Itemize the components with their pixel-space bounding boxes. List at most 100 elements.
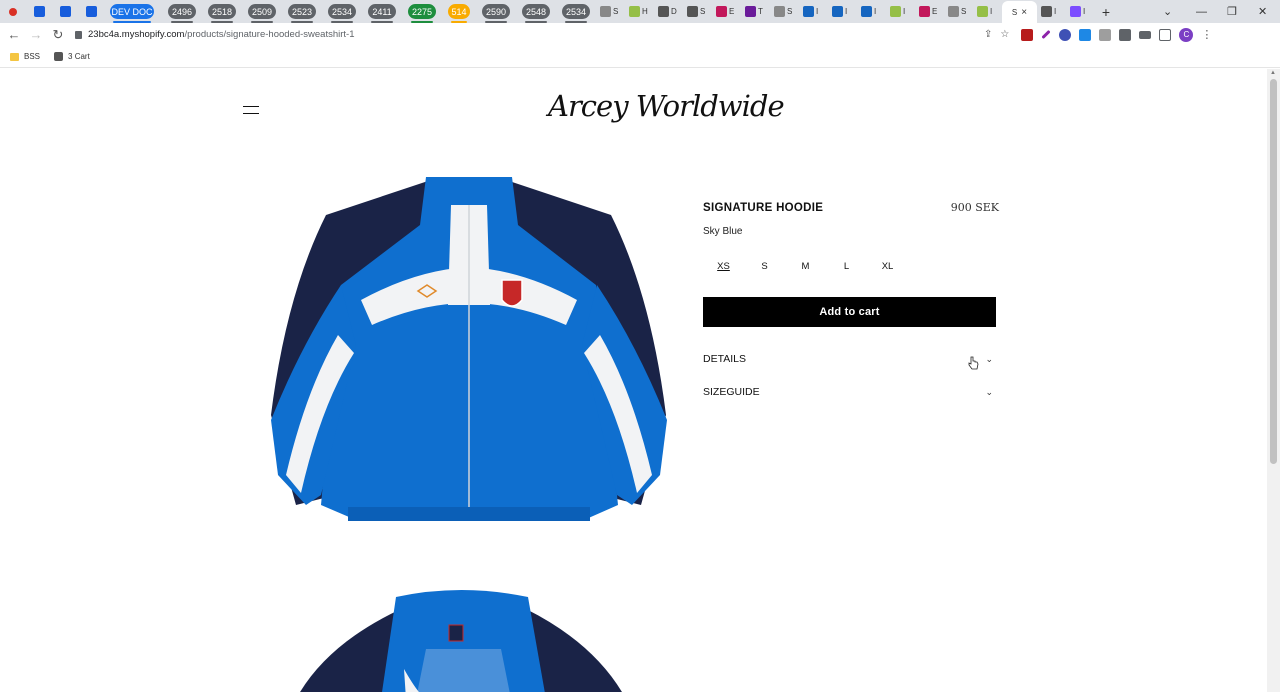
tab-list-small: SHDSETSIIIIESI: [596, 0, 1002, 23]
store-logo[interactable]: Arcey Worldwide: [548, 89, 785, 123]
browser-tab[interactable]: I: [886, 0, 915, 23]
forward-icon[interactable]: →: [25, 27, 47, 42]
product-color: Sky Blue: [703, 226, 743, 237]
profile-avatar[interactable]: C: [1179, 27, 1194, 42]
extension-gear-icon[interactable]: [1059, 28, 1072, 41]
camera-icon[interactable]: [1099, 28, 1112, 41]
crest-icon: [501, 279, 523, 307]
tab-bitwarden-1[interactable]: [26, 0, 52, 23]
bookmarks-bar: BSS 3 Cart: [0, 46, 1280, 68]
extensions-bar: C ⋮: [1021, 27, 1212, 42]
browser-tab[interactable]: E: [915, 0, 944, 23]
tab-group-pill[interactable]: 514: [448, 4, 470, 23]
size-option-m[interactable]: M: [785, 261, 826, 272]
tab-title: I: [816, 7, 819, 16]
browser-tab[interactable]: D: [654, 0, 683, 23]
tab-title: I: [903, 7, 906, 16]
close-tab-icon[interactable]: ×: [1021, 7, 1027, 18]
extension-red-icon[interactable]: [1021, 28, 1034, 41]
jacket-lining: [417, 649, 510, 692]
menu-icon[interactable]: [243, 106, 259, 114]
size-option-l[interactable]: L: [826, 261, 867, 272]
tab-favicon-icon: [745, 6, 756, 17]
new-tab-button[interactable]: +: [1095, 4, 1117, 20]
tab-title: S: [613, 7, 619, 16]
browser-tab[interactable]: I: [1066, 0, 1095, 23]
tab-favicon-icon: [716, 6, 727, 17]
jacket-hem: [348, 507, 590, 521]
url-path: /products/signature-hooded-sweatshirt-1: [184, 29, 355, 40]
tab-group-pill[interactable]: 2548: [522, 4, 550, 23]
minimize-icon[interactable]: —: [1196, 0, 1207, 23]
tab-title: S: [787, 7, 793, 16]
page-scrollbar[interactable]: ▲: [1267, 69, 1280, 692]
bookmark-3-cart[interactable]: 3 Cart: [54, 52, 90, 61]
product-image-detail[interactable]: [296, 589, 626, 692]
tab-bitwarden-2[interactable]: [52, 0, 78, 23]
reload-icon[interactable]: ↻: [47, 27, 69, 43]
tab-favicon-icon: [687, 6, 698, 17]
tab-title: I: [1083, 7, 1086, 16]
share-icon[interactable]: ⇪: [984, 29, 992, 40]
tab-group-pill[interactable]: 2496: [168, 4, 196, 23]
close-window-icon[interactable]: ✕: [1258, 0, 1267, 23]
browser-tab[interactable]: S: [596, 0, 625, 23]
puzzle-icon[interactable]: [1119, 28, 1132, 41]
extension-pen-icon[interactable]: [1041, 29, 1051, 40]
tab-recording[interactable]: [0, 0, 26, 23]
more-menu-icon[interactable]: ⋮: [1201, 28, 1212, 41]
browser-tab[interactable]: T: [741, 0, 770, 23]
tab-active-title: S: [1011, 8, 1018, 17]
size-option-s[interactable]: S: [744, 261, 785, 272]
browser-tab[interactable]: I: [973, 0, 1002, 23]
address-bar-row: ← → ↻ 23bc4a.myshopify.com/products/sign…: [0, 23, 1280, 46]
product-image-front[interactable]: [266, 175, 672, 525]
browser-tab[interactable]: S: [944, 0, 973, 23]
browser-tab[interactable]: E: [712, 0, 741, 23]
tab-group-pill[interactable]: 2523: [288, 4, 316, 23]
browser-tab[interactable]: H: [625, 0, 654, 23]
tab-favicon-icon: [890, 6, 901, 17]
reading-list-icon[interactable]: [1139, 30, 1152, 39]
scroll-up-icon[interactable]: ▲: [1270, 70, 1276, 76]
add-to-cart-button[interactable]: Add to cart: [703, 297, 996, 327]
lock-icon: [75, 30, 82, 39]
tab-group-pill[interactable]: DEV DOC: [110, 4, 154, 23]
tab-title: E: [932, 7, 938, 16]
browser-tab[interactable]: I: [857, 0, 886, 23]
back-icon[interactable]: ←: [3, 27, 25, 42]
browser-tab[interactable]: I: [1037, 0, 1066, 23]
size-option-xl[interactable]: XL: [867, 261, 908, 272]
side-panel-icon[interactable]: [1159, 28, 1172, 41]
chevron-down-icon: ⌄: [985, 353, 993, 364]
shield-icon: [33, 6, 45, 17]
extension-blue-icon[interactable]: [1079, 28, 1092, 41]
tab-bitwarden-3[interactable]: [78, 0, 104, 23]
browser-tab[interactable]: S: [683, 0, 712, 23]
tab-group-pill[interactable]: 2534: [328, 4, 356, 23]
size-selector: XS S M L XL: [703, 261, 908, 272]
tab-group-pill[interactable]: 2590: [482, 4, 510, 23]
browser-tab[interactable]: I: [828, 0, 857, 23]
accordion-details[interactable]: DETAILS ⌄: [703, 353, 993, 365]
tab-title: S: [961, 7, 967, 16]
tab-favicon-icon: [1041, 6, 1052, 17]
tab-group-pill[interactable]: 2534: [562, 4, 590, 23]
accordion-sizeguide[interactable]: SIZEGUIDE ⌄: [703, 386, 993, 398]
url-field[interactable]: 23bc4a.myshopify.com/products/signature-…: [69, 24, 984, 45]
tab-active[interactable]: S ×: [1002, 1, 1037, 24]
tab-group-pill[interactable]: 2518: [208, 4, 236, 23]
restore-icon[interactable]: ❐: [1227, 0, 1237, 23]
tab-search-icon[interactable]: ⌄: [1163, 0, 1179, 23]
scrollbar-thumb[interactable]: [1270, 79, 1277, 464]
size-option-xs[interactable]: XS: [703, 261, 744, 272]
tab-group-pill[interactable]: 2411: [368, 4, 396, 23]
bookmark-star-icon[interactable]: ☆: [1000, 29, 1009, 40]
tab-group-pill[interactable]: 2509: [248, 4, 276, 23]
bookmark-bss[interactable]: BSS: [10, 52, 40, 61]
browser-tab[interactable]: S: [770, 0, 799, 23]
browser-tab[interactable]: I: [799, 0, 828, 23]
tab-title: E: [729, 7, 735, 16]
tab-favicon-icon: [600, 6, 611, 17]
tab-group-pill[interactable]: 2275: [408, 4, 436, 23]
